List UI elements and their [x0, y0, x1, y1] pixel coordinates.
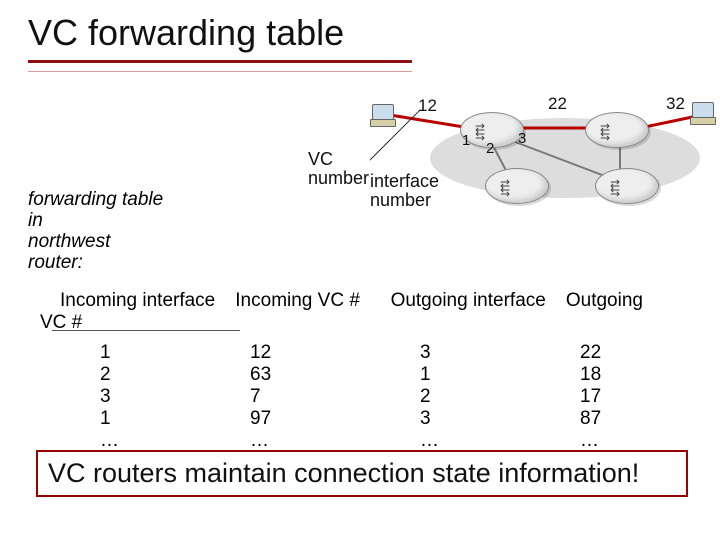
cell-out-if: 3	[390, 408, 580, 430]
caption-line1: forwarding table	[28, 189, 163, 210]
th-out-if: Outgoing interface	[391, 290, 561, 312]
cell-in-if: 1	[60, 342, 250, 364]
port-label-3: 3	[518, 130, 526, 147]
vc-number-label: VC number	[308, 150, 369, 188]
table-body: 11232226311837217197387…………	[60, 342, 700, 452]
caption-line4: router:	[28, 252, 83, 273]
table-row: 112322	[60, 342, 700, 364]
cell-out-if: 1	[390, 364, 580, 386]
interface-number-label-line2: number	[370, 191, 439, 210]
router-ne-icon: ⇄⇄	[585, 112, 649, 148]
host-right-icon	[690, 102, 716, 124]
interface-number-label: interface number	[370, 172, 439, 210]
page-title: VC forwarding table	[28, 12, 344, 54]
cell-out-vc: 17	[580, 386, 660, 408]
callout-box: VC routers maintain connection state inf…	[36, 450, 688, 497]
title-underline-shadow	[28, 63, 412, 72]
link-label-22: 22	[548, 94, 567, 114]
link-label-12: 12	[418, 96, 437, 116]
cell-in-if: …	[60, 430, 250, 452]
port-label-2: 2	[486, 140, 494, 157]
table-underline	[52, 330, 240, 331]
cell-out-vc: 22	[580, 342, 660, 364]
cell-in-if: 2	[60, 364, 250, 386]
cell-out-vc: 87	[580, 408, 660, 430]
caption-line3: northwest	[28, 231, 110, 252]
cell-out-if: 3	[390, 342, 580, 364]
port-label-1: 1	[462, 132, 470, 149]
table-header: Incoming interface Incoming VC # Outgoin…	[60, 290, 700, 312]
caption-line2: in	[28, 210, 43, 231]
cell-in-if: 3	[60, 386, 250, 408]
router-sw-icon: ⇄⇄	[485, 168, 549, 204]
vc-number-label-line2: number	[308, 169, 369, 188]
vc-number-label-line1: VC	[308, 150, 369, 169]
slide: VC forwarding table ⇄⇄	[0, 0, 720, 540]
cell-in-vc: 97	[250, 408, 390, 430]
interface-number-label-line1: interface	[370, 172, 439, 191]
cell-out-vc: …	[580, 430, 660, 452]
cell-out-if: …	[390, 430, 580, 452]
cell-out-if: 2	[390, 386, 580, 408]
cell-in-vc: …	[250, 430, 390, 452]
link-label-32: 32	[666, 94, 685, 114]
table-row: 197387	[60, 408, 700, 430]
cell-in-vc: 7	[250, 386, 390, 408]
th-in-if: Incoming interface	[60, 290, 230, 312]
th-in-vc: Incoming VC #	[235, 290, 385, 312]
table-row: …………	[60, 430, 700, 452]
forwarding-table: Incoming interface Incoming VC # Outgoin…	[60, 290, 700, 452]
table-row: 37217	[60, 386, 700, 408]
cell-in-vc: 63	[250, 364, 390, 386]
router-se-icon: ⇄⇄	[595, 168, 659, 204]
cell-in-vc: 12	[250, 342, 390, 364]
th-out-vc: Outgoing	[566, 290, 686, 312]
table-caption: forwarding table in northwest router:	[28, 190, 163, 274]
table-row: 263118	[60, 364, 700, 386]
cell-in-if: 1	[60, 408, 250, 430]
host-left-icon	[370, 104, 396, 126]
cell-out-vc: 18	[580, 364, 660, 386]
